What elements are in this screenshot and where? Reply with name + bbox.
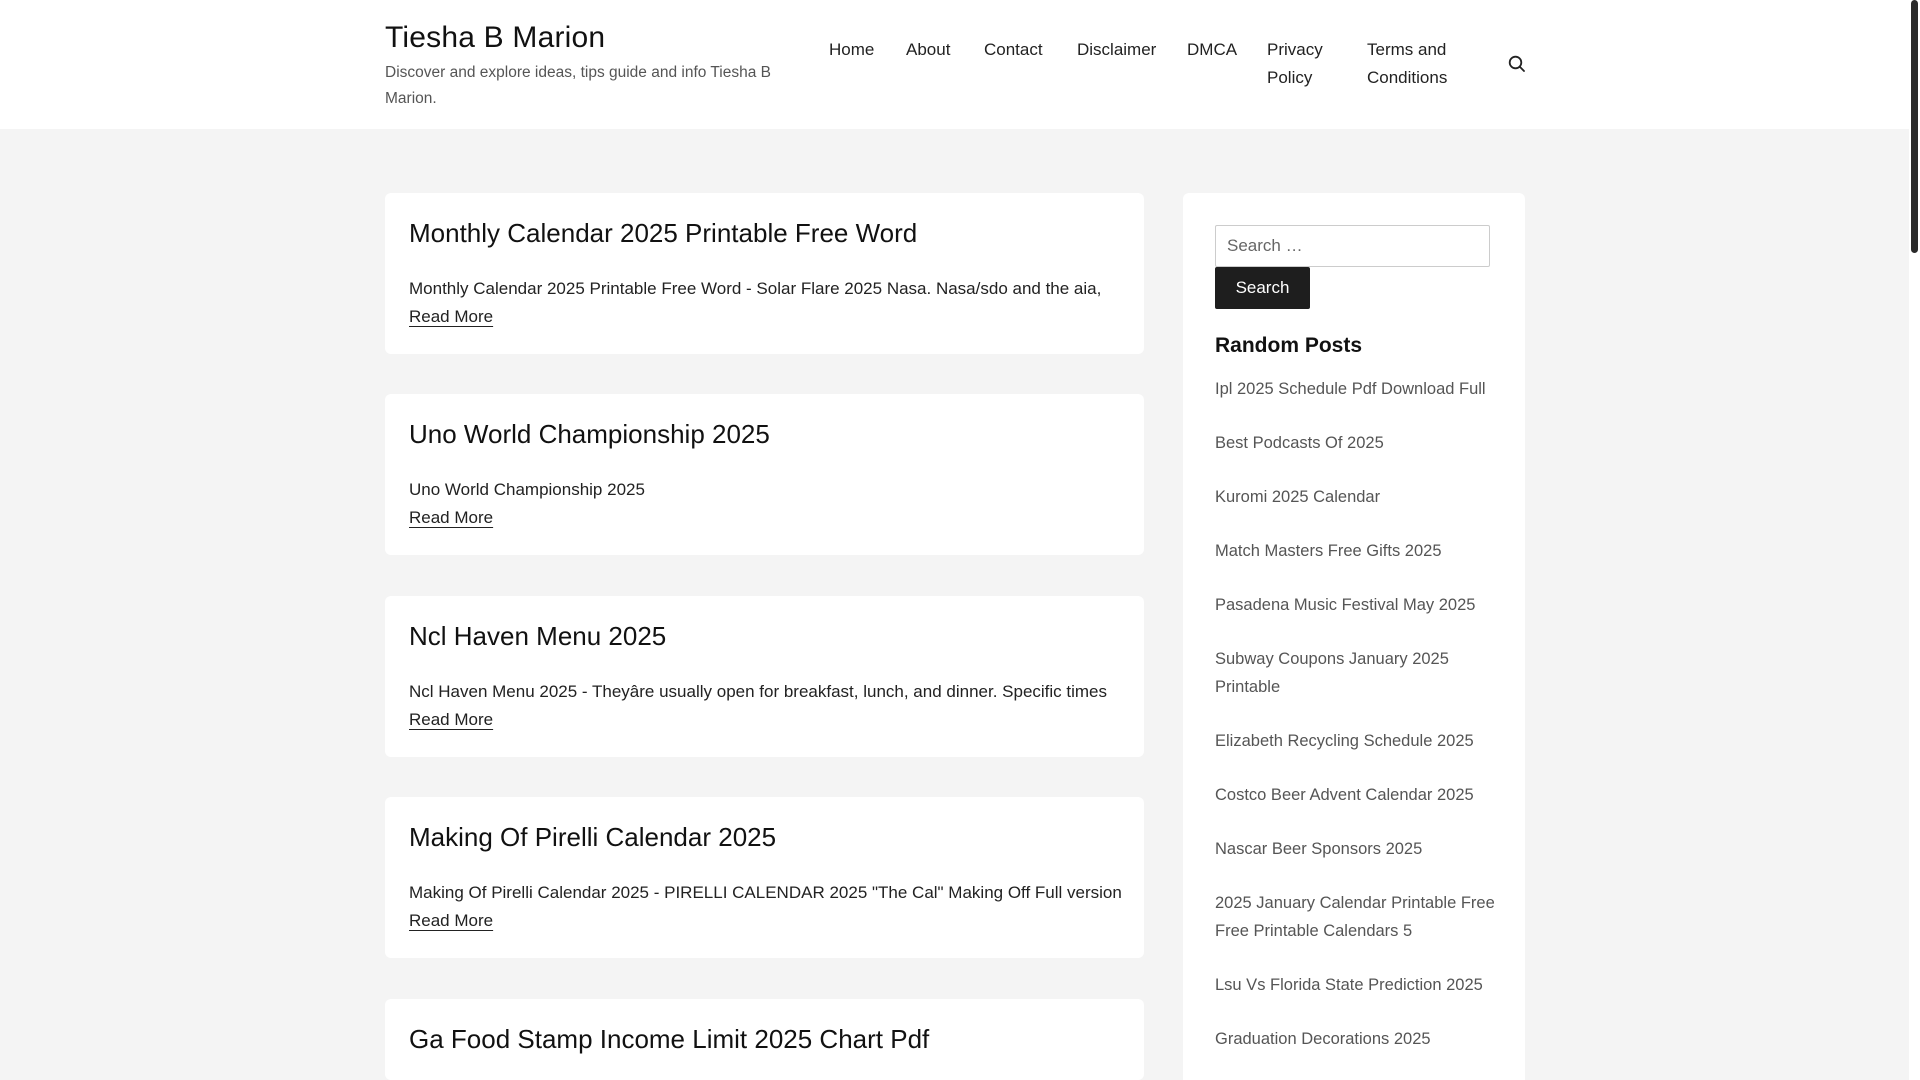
random-post-link[interactable]: Graduation Decorations 2025: [1215, 1025, 1505, 1053]
random-post-link[interactable]: Ipl 2025 Schedule Pdf Download Full: [1215, 375, 1505, 403]
random-post-link[interactable]: Elizabeth Recycling Schedule 2025: [1215, 727, 1505, 755]
post-card: Ncl Haven Menu 2025 Ncl Haven Menu 2025 …: [385, 596, 1144, 757]
read-more-link[interactable]: Read More: [409, 907, 493, 935]
post-title[interactable]: Monthly Calendar 2025 Printable Free Wor…: [409, 215, 917, 251]
search-input[interactable]: [1215, 225, 1490, 267]
nav-item-dmca[interactable]: DMCA: [1187, 36, 1237, 64]
random-post-link[interactable]: 2025 January Calendar Printable Free Fre…: [1215, 889, 1505, 945]
random-post-link[interactable]: Nascar Beer Sponsors 2025: [1215, 835, 1505, 863]
scrollbar-thumb[interactable]: [1911, 0, 1918, 253]
search-button[interactable]: Search: [1215, 267, 1310, 309]
post-card: Making Of Pirelli Calendar 2025 Making O…: [385, 797, 1144, 958]
nav-item-about[interactable]: About: [906, 36, 950, 64]
site-branding: Tiesha B Marion Discover and explore ide…: [385, 18, 795, 112]
post-card: Monthly Calendar 2025 Printable Free Wor…: [385, 193, 1144, 354]
post-card: Ga Food Stamp Income Limit 2025 Chart Pd…: [385, 999, 1144, 1080]
site-title[interactable]: Tiesha B Marion: [385, 18, 795, 58]
post-title[interactable]: Making Of Pirelli Calendar 2025: [409, 819, 776, 855]
sidebar: Search Random Posts Ipl 2025 Schedule Pd…: [1183, 193, 1525, 1080]
site-description: Discover and explore ideas, tips guide a…: [385, 64, 772, 107]
read-more-link[interactable]: Read More: [409, 706, 493, 734]
search-icon[interactable]: [1507, 54, 1527, 74]
read-more-link[interactable]: Read More: [409, 504, 493, 532]
post-excerpt: Making Of Pirelli Calendar 2025 - PIRELL…: [409, 883, 1122, 902]
scrollbar[interactable]: [1909, 0, 1920, 1080]
nav-item-contact[interactable]: Contact: [984, 36, 1043, 64]
random-post-link[interactable]: Match Masters Free Gifts 2025: [1215, 537, 1505, 565]
post-card: Uno World Championship 2025 Uno World Ch…: [385, 394, 1144, 555]
random-posts-heading: Random Posts: [1215, 334, 1363, 357]
random-post-link[interactable]: Best Podcasts Of 2025: [1215, 429, 1505, 457]
random-post-link[interactable]: Kuromi 2025 Calendar: [1215, 483, 1505, 511]
post-excerpt: Monthly Calendar 2025 Printable Free Wor…: [409, 279, 1102, 298]
nav-item-disclaimer[interactable]: Disclaimer: [1077, 36, 1156, 64]
read-more-link[interactable]: Read More: [409, 303, 493, 331]
random-post-link[interactable]: Subway Coupons January 2025 Printable: [1215, 645, 1505, 701]
nav-item-home[interactable]: Home: [829, 36, 874, 64]
post-excerpt: Ncl Haven Menu 2025 - Theyâre usually op…: [409, 682, 1108, 701]
random-post-link[interactable]: Pasadena Music Festival May 2025: [1215, 591, 1505, 619]
post-title[interactable]: Ncl Haven Menu 2025: [409, 618, 666, 654]
post-title[interactable]: Ga Food Stamp Income Limit 2025 Chart Pd…: [409, 1021, 929, 1057]
random-post-link[interactable]: Costco Beer Advent Calendar 2025: [1215, 781, 1505, 809]
post-title[interactable]: Uno World Championship 2025: [409, 416, 770, 452]
site-header: Tiesha B Marion Discover and explore ide…: [0, 0, 1909, 129]
post-excerpt: Uno World Championship 2025: [409, 480, 645, 499]
nav-item-terms-and-conditions[interactable]: Terms and Conditions: [1367, 36, 1477, 92]
nav-item-privacy-policy[interactable]: Privacy Policy: [1267, 36, 1337, 92]
random-post-link[interactable]: Lsu Vs Florida State Prediction 2025: [1215, 971, 1505, 999]
